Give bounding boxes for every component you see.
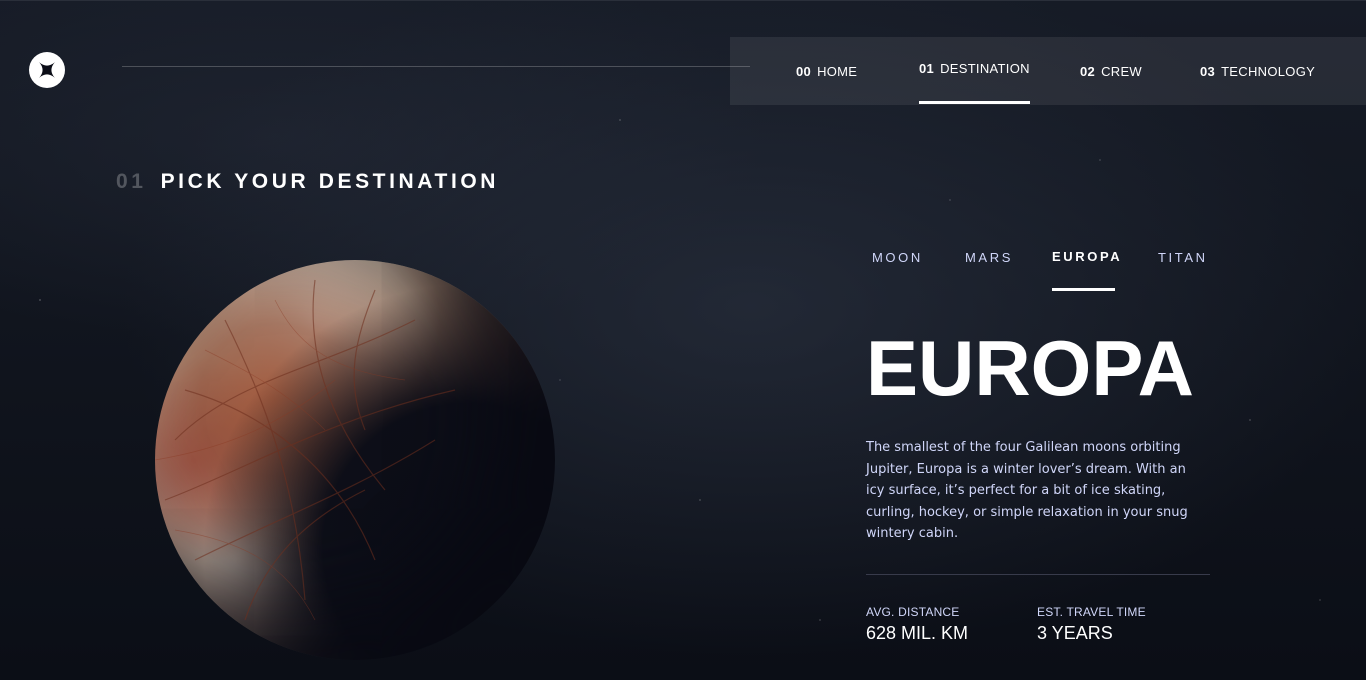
- destination-page: 00 HOME 01 DESTINATION 02 CREW 03 TECHNO…: [0, 0, 1366, 680]
- nav-item-crew[interactable]: 02 CREW: [1080, 37, 1142, 105]
- nav-item-label: HOME: [817, 63, 858, 79]
- destination-description: The smallest of the four Galilean moons …: [866, 440, 1188, 541]
- travel-time-value: 3 YEARS: [1037, 623, 1113, 643]
- page-title: 01 PICK YOUR DESTINATION: [116, 170, 499, 194]
- nav-item-label: DESTINATION: [940, 60, 1030, 76]
- active-tab-indicator: [1052, 288, 1115, 291]
- nav-item-label: TECHNOLOGY: [1221, 63, 1316, 79]
- tab-europa[interactable]: EUROPA: [1052, 249, 1122, 264]
- header-divider-line: [122, 66, 750, 67]
- page-title-number: 01: [116, 170, 147, 193]
- planet-surface-texture: [155, 260, 555, 660]
- nav-item-number: 01: [919, 60, 935, 76]
- star-logo-icon[interactable]: [29, 52, 65, 88]
- nav-item-destination[interactable]: 01 DESTINATION: [919, 34, 1030, 104]
- star-logo-glyph: [39, 62, 55, 78]
- travel-time-label: EST. TRAVEL TIME: [1037, 605, 1146, 619]
- distance-label: AVG. DISTANCE: [866, 605, 960, 619]
- main-navigation: 00 HOME 01 DESTINATION 02 CREW 03 TECHNO…: [730, 37, 1366, 105]
- top-border: [0, 0, 1366, 1]
- nav-item-number: 02: [1080, 63, 1096, 79]
- tab-titan[interactable]: TITAN: [1158, 250, 1208, 265]
- tab-moon[interactable]: MOON: [872, 250, 923, 265]
- tab-mars[interactable]: MARS: [965, 250, 1013, 265]
- nav-item-home[interactable]: 00 HOME: [796, 37, 857, 105]
- stats-divider: [866, 574, 1210, 575]
- nav-item-technology[interactable]: 03 TECHNOLOGY: [1200, 37, 1315, 105]
- page-title-text: PICK YOUR DESTINATION: [160, 170, 500, 193]
- distance-value: 628 MIL. KM: [866, 623, 969, 643]
- nav-item-number: 00: [796, 63, 812, 79]
- destination-name: EUROPA: [866, 324, 1194, 412]
- nav-item-label: CREW: [1101, 63, 1142, 79]
- nav-item-number: 03: [1200, 63, 1216, 79]
